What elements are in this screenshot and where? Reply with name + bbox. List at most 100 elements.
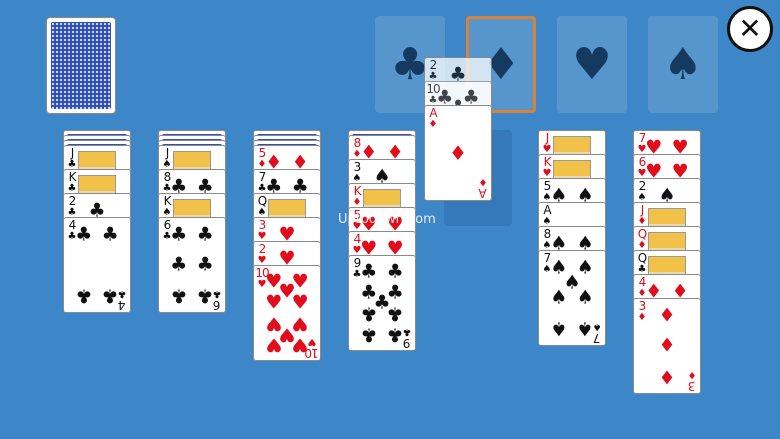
card-index: 6♥ [636,156,648,179]
tableau-card[interactable]: ♦ ♦ ♦ 3 ♦ 3 ♦ [633,298,701,394]
card-suit-icon: ♦ [428,119,438,130]
card-rank: 9 [403,336,411,350]
card-index: 10 ♥ [305,336,318,360]
card-pip-icon: ♣ [196,253,214,276]
card-rank: 3 [353,160,362,174]
card-suit-icon: ♥ [307,336,317,347]
card-rank: A [429,106,437,120]
card-pip-icon: ♥ [265,291,283,314]
card-index: J♣ [66,147,78,170]
card-pip-icon: ♠ [576,286,594,309]
card-index: 4 ♣ [66,219,78,242]
card-rank: 2 [258,242,267,256]
card-pip-icon: ♣ [75,284,93,307]
stock-pile[interactable] [46,17,116,114]
card-pip-icon: ♦ [658,304,676,327]
card-index: Q♦ [636,228,648,251]
spades-suit-icon: ♠ [663,39,703,90]
card-index: 6 ♣ [161,219,173,242]
card-index: 4♥ [351,233,363,256]
card-rank: K [353,184,362,198]
card-index: A♠ [541,204,553,227]
close-button[interactable]: ✕ [727,6,773,52]
card-suit-icon: ♣ [352,269,362,280]
card-rank: 3 [688,379,696,393]
card-pip-icon: ♣ [196,223,214,246]
card-suit-icon: ♣ [117,288,127,299]
card-rank: 7 [543,251,552,265]
card-index: 4 ♣ [116,288,128,312]
card-rank: J [640,203,644,217]
watermark: Uptodown.com [338,212,436,227]
card-rank: 8 [543,227,552,241]
card-index: Q♠ [256,195,268,218]
card-rank: 9 [353,256,362,270]
card-index: 2♣ [427,59,439,82]
card-index: A ♦ [427,107,439,130]
card-suit-icon: ♦ [478,176,488,187]
card-suit-icon: ♣ [162,231,172,242]
tableau-card[interactable]: ♥ ♥ ♥ ♥ ♥ ♥ ♥ ♥ ♥ ♥ 10 ♥ 10 ♥ [253,265,321,361]
card-pip-icon: ♣ [360,302,378,325]
card-rank: 2 [429,58,438,72]
card-index: 8♣ [161,171,173,194]
card-index: 4♦ [636,276,648,299]
card-suit-icon: ♦ [637,312,647,323]
card-pip-icon: ♠ [550,317,568,340]
card-rank: 2 [638,179,647,193]
card-index: 7♥ [636,132,648,155]
card-pip-icon: ♣ [170,253,188,276]
card-rank: Q [637,227,648,241]
card-rank: K [68,170,77,184]
card-pip-icon: ♣ [386,302,404,325]
card-index: 3♥ [256,219,268,242]
card-pip-icon: ♣ [360,323,378,346]
card-rank: 4 [638,275,647,289]
card-rank: 2 [68,194,77,208]
card-rank: 4 [118,298,126,312]
card-pip-icon: ♦ [658,334,676,357]
card-index: 5♠ [541,180,553,203]
card-rank: 7 [638,131,647,145]
card-pip-icon: ♥ [291,291,309,314]
card-index: 10 ♥ [255,266,269,290]
card-rank: 8 [163,170,172,184]
foundation-spades[interactable]: ♠ [648,16,718,113]
card-pip-icon: ♦ [449,141,467,165]
tableau-card[interactable]: ♣ ♣ ♣ ♣ 4 ♣ 4 ♣ [63,217,131,313]
dragged-card[interactable]: ♦ A ♦ A ♦ [424,105,492,201]
card-pip-icon: ♣ [101,223,119,246]
card-index: 3♠ [351,161,363,184]
game-board: ♣♦♥♠ J♣J♣K♣K♣♣♣2♣2♣♣♣♣♣4♣4♣J♠J♠♣♣♣♣♣♣♣♣8… [0,0,780,439]
card-index: 8♦ [351,137,363,160]
card-rank: 8 [353,136,362,150]
card-rank: Q [637,251,648,265]
card-index: 3 ♦ [636,300,648,323]
tableau-card[interactable]: ♣ ♣ ♣ ♣ ♣ ♣ 6 ♣ 6 ♣ [158,217,226,313]
card-index: 5♦ [256,147,268,170]
card-pip-icon: ♣ [386,260,404,283]
card-suit-icon: ♥ [257,279,267,290]
card-pip-icon: ♠ [550,286,568,309]
card-index: 6 ♣ [211,288,223,312]
card-rank: A [479,186,487,200]
card-rank: 10 [255,266,269,280]
card-suit-icon: ♣ [212,288,222,299]
card-rank: 4 [353,232,362,246]
card-index: 8♠ [541,228,553,251]
card-rank: 10 [426,82,440,96]
tableau-card[interactable]: ♣ ♣ ♣ ♣ ♣ ♣ ♣ ♣ ♣ 9 ♣ 9 ♣ [348,255,416,351]
foundation-hearts[interactable]: ♥ [557,16,627,113]
card-pip-icon: ♣ [170,284,188,307]
card-index: K♠ [161,195,173,218]
card-suit-icon: ♦ [687,369,697,380]
card-rank: J [165,146,169,160]
card-index: K♣ [66,171,78,194]
tableau-card[interactable]: ♠ ♠ ♠ ♠ ♠ ♠ ♠ 7 ♠ 7 ♠ [538,250,606,346]
card-index: K♦ [351,185,363,208]
card-rank: 6 [163,218,172,232]
card-index: J♥ [541,132,553,155]
card-rank: 5 [258,146,267,160]
card-index: K♥ [541,156,553,179]
close-icon: ✕ [738,12,762,45]
